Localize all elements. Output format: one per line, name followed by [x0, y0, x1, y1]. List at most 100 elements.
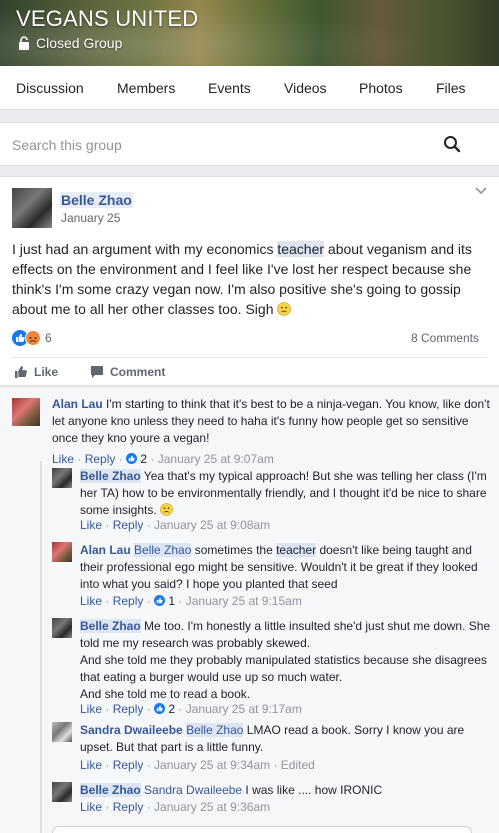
group-title[interactable]: VEGANS UNITED — [16, 6, 198, 32]
comment-like-link[interactable]: Like — [52, 452, 74, 466]
comment-timestamp[interactable]: January 25 at 9:08am — [154, 518, 270, 532]
comment-timestamp[interactable]: January 25 at 9:36am — [154, 800, 270, 814]
comment-button[interactable]: Comment — [90, 365, 165, 379]
thumbs-up-icon — [154, 703, 166, 714]
post-text-before: I just had an argument with my economics — [12, 241, 278, 257]
thumbs-up-icon — [126, 453, 138, 464]
comment-meta: Like · Reply · January 25 at 9:34am · Ed… — [80, 758, 315, 772]
comment-text-before: sometimes the — [191, 543, 277, 557]
comment-text: I'm starting to think that it's best to … — [52, 397, 490, 445]
comment-mention[interactable]: Sandra Dwaileebe — [144, 783, 242, 797]
post-body: I just had an argument with my economics… — [12, 239, 492, 319]
comment-text-line: And she told me to read a book. — [80, 687, 251, 701]
avatar[interactable] — [12, 188, 52, 228]
group-search[interactable]: Search this group — [0, 122, 499, 166]
post-text-highlight: teacher — [277, 241, 325, 257]
comment-reply-link[interactable]: Reply — [113, 758, 144, 772]
comment-timestamp[interactable]: January 25 at 9:07am — [158, 452, 274, 466]
tab-discussion[interactable]: Discussion — [16, 80, 84, 96]
comment-like-link[interactable]: Like — [80, 518, 102, 532]
avatar[interactable] — [52, 468, 72, 488]
comment-text: I was like .... how IRONIC — [242, 783, 383, 797]
group-privacy-label: Closed Group — [36, 35, 123, 51]
comment-like-link[interactable]: Like — [80, 800, 102, 814]
reaction-summary[interactable]: 6 — [12, 330, 52, 346]
avatar[interactable] — [12, 398, 40, 426]
comment-meta: Like · Reply · January 25 at 9:08am — [80, 518, 271, 532]
comment-body: Alan Lau I'm starting to think that it's… — [52, 396, 492, 447]
reply-input[interactable] — [52, 826, 472, 833]
comment-text-line: Me too. I'm honestly a little insulted s… — [80, 619, 491, 650]
comment-body: Alan Lau Belle Zhao sometimes the teache… — [80, 542, 492, 593]
tab-videos[interactable]: Videos — [284, 80, 327, 96]
comments-count[interactable]: 8 Comments — [411, 331, 479, 345]
search-icon[interactable] — [443, 135, 461, 153]
comment-author[interactable]: Sandra Dwaileebe — [80, 723, 183, 737]
comment-text-line: And she told me they probably manipulate… — [80, 653, 487, 684]
tab-files[interactable]: Files — [436, 80, 466, 96]
group-tabs: Discussion Members Events Videos Photos … — [0, 66, 499, 110]
comment-like-count[interactable]: 2 — [168, 702, 175, 716]
comment-like-link[interactable]: Like — [80, 702, 102, 716]
avatar[interactable] — [52, 722, 72, 742]
post-author[interactable]: Belle Zhao — [60, 192, 133, 208]
comment-reply-link[interactable]: Reply — [113, 594, 144, 608]
comment-body: Sandra Dwaileebe Belle Zhao LMAO read a … — [80, 722, 492, 756]
comment-author[interactable]: Belle Zhao — [80, 619, 141, 633]
comment-body: Belle Zhao Yea that's my typical approac… — [80, 468, 492, 519]
comment-meta: Like · Reply · January 25 at 9:36am — [80, 800, 271, 814]
reply-comment: Sandra Dwaileebe Belle Zhao LMAO read a … — [52, 722, 492, 778]
comment-like-link[interactable]: Like — [80, 758, 102, 772]
comment-mention[interactable]: Belle Zhao — [186, 723, 244, 737]
comment-author[interactable]: Belle Zhao — [80, 469, 141, 483]
comment-meta: Like · Reply · 2 · January 25 at 9:17am — [80, 702, 302, 716]
comment-like-count[interactable]: 2 — [140, 452, 147, 466]
tab-members[interactable]: Members — [117, 80, 175, 96]
comment-reply-link[interactable]: Reply — [85, 452, 116, 466]
comment-body: Belle Zhao Sandra Dwaileebe I was like .… — [80, 782, 492, 799]
comment-like-count[interactable]: 1 — [168, 594, 175, 608]
comment-reply-link[interactable]: Reply — [113, 800, 144, 814]
post-timestamp[interactable]: January 25 — [61, 211, 120, 225]
lock-icon — [19, 36, 29, 50]
thumbs-up-icon — [154, 595, 166, 606]
disappointed-face-icon — [277, 302, 292, 316]
comment-author[interactable]: Alan Lau — [80, 543, 131, 557]
like-button[interactable]: Like — [14, 365, 58, 379]
comment-label: Comment — [110, 365, 166, 379]
post-card: Belle Zhao January 25 I just had an argu… — [0, 176, 499, 386]
reply-thread-line — [40, 461, 42, 833]
comment-body: Belle Zhao Me too. I'm honestly a little… — [80, 618, 492, 703]
avatar[interactable] — [52, 618, 72, 638]
comment-edited[interactable]: Edited — [281, 758, 315, 772]
disappointed-face-icon — [160, 503, 173, 516]
comment-reply-link[interactable]: Reply — [113, 702, 144, 716]
chevron-down-icon[interactable] — [475, 187, 487, 195]
search-input[interactable]: Search this group — [12, 137, 122, 153]
reply-comment: Alan Lau Belle Zhao sometimes the teache… — [52, 542, 492, 614]
comment-timestamp[interactable]: January 25 at 9:15am — [186, 594, 302, 608]
comments-section: Alan Lau I'm starting to think that it's… — [0, 388, 499, 833]
avatar[interactable] — [52, 782, 72, 802]
reply-comment: Belle Zhao Sandra Dwaileebe I was like .… — [52, 782, 492, 822]
comment-text-highlight: teacher — [276, 543, 317, 557]
comment-timestamp[interactable]: January 25 at 9:34am — [154, 758, 270, 772]
comment-author[interactable]: Belle Zhao — [80, 783, 141, 797]
comment-icon — [91, 366, 103, 378]
comment-reply-link[interactable]: Reply — [113, 518, 144, 532]
tab-photos[interactable]: Photos — [359, 80, 403, 96]
comment-like-link[interactable]: Like — [80, 594, 102, 608]
like-label: Like — [34, 365, 59, 379]
avatar[interactable] — [52, 542, 72, 562]
comment-timestamp[interactable]: January 25 at 9:17am — [186, 702, 302, 716]
comment-author[interactable]: Alan Lau — [52, 397, 103, 411]
reaction-count: 6 — [45, 331, 52, 345]
reply-comment: Belle Zhao Me too. I'm honestly a little… — [52, 618, 492, 718]
group-cover: VEGANS UNITED Closed Group — [0, 0, 499, 66]
comment-text: Yea that's my typical approach! But she … — [80, 469, 487, 517]
comment-mention[interactable]: Belle Zhao — [134, 543, 192, 557]
thumbs-up-icon — [15, 366, 27, 378]
tab-events[interactable]: Events — [208, 80, 251, 96]
angry-face-icon — [25, 330, 41, 346]
reply-comment: Belle Zhao Yea that's my typical approac… — [52, 468, 492, 538]
